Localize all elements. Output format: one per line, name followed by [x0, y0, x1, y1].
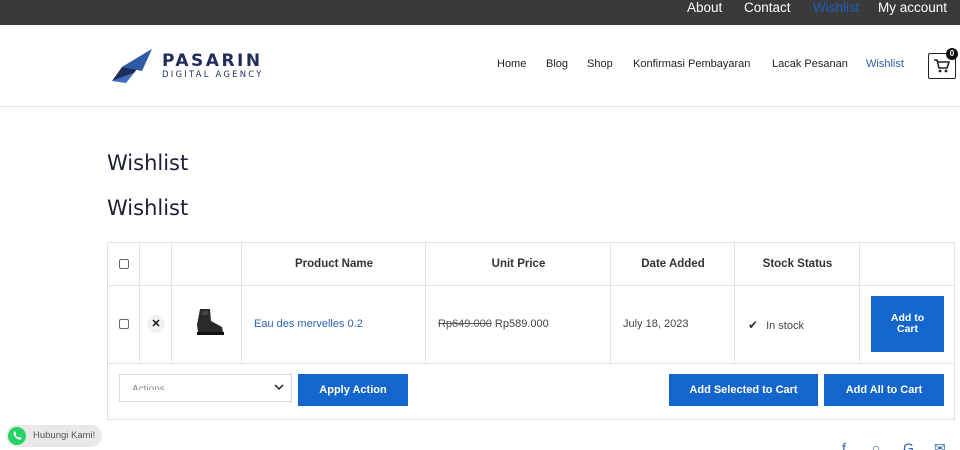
actions-select-value: Actions: [132, 384, 165, 395]
col-remove: [140, 243, 172, 363]
whatsapp-share-icon[interactable]: ○: [872, 441, 880, 450]
logo-name: PASARIN: [162, 51, 263, 71]
header-stock-status: Stock Status: [762, 258, 833, 270]
whatsapp-label: Hubungi Kami!: [33, 430, 96, 441]
body-row-divider: [108, 363, 954, 364]
add-selected-to-cart-button[interactable]: Add Selected to Cart: [669, 374, 818, 406]
remove-item-icon[interactable]: ✕: [147, 315, 165, 333]
nav-item-konfirmasi-pembayaran[interactable]: Konfirmasi Pembayaran: [633, 58, 750, 74]
facebook-icon[interactable]: f: [842, 441, 846, 450]
nav-item-shop[interactable]: Shop: [587, 58, 613, 74]
cart-icon: [934, 59, 950, 73]
nav-item-blog[interactable]: Blog: [546, 58, 568, 74]
add-to-cart-button[interactable]: Add to Cart: [871, 296, 944, 352]
topbar-link-my-account[interactable]: My account: [878, 0, 947, 25]
logo-mark-icon: [112, 49, 152, 83]
whatsapp-chat-button[interactable]: Hubungi Kami!: [6, 425, 102, 447]
nav-item-lacak-pesanan[interactable]: Lacak Pesanan: [772, 58, 848, 74]
topbar-link-about[interactable]: About: [687, 0, 722, 25]
site-header: PASARIN DIGITAL AGENCY Home Blog Shop Ko…: [0, 25, 960, 107]
nav-item-wishlist[interactable]: Wishlist: [866, 58, 904, 74]
check-icon: ✔: [748, 318, 759, 332]
topbar-link-wishlist[interactable]: Wishlist: [813, 0, 860, 25]
nav-item-home[interactable]: Home: [497, 58, 526, 74]
product-old-price: Rp649.000: [438, 318, 492, 330]
page-title: Wishlist: [107, 151, 189, 175]
product-name-link[interactable]: Eau des mervelles 0.2: [254, 318, 363, 330]
stock-status-text: In stock: [766, 320, 804, 332]
google-icon[interactable]: G: [903, 441, 914, 450]
product-date-added: July 18, 2023: [623, 318, 689, 330]
row-checkbox[interactable]: [119, 319, 129, 329]
cart-count-badge: 0: [946, 48, 958, 60]
select-all-checkbox[interactable]: [119, 259, 129, 269]
wishlist-table: Product Name Unit Price Date Added Stock…: [107, 242, 955, 420]
header-unit-price: Unit Price: [491, 258, 546, 270]
chevron-down-icon: [274, 384, 284, 391]
email-icon[interactable]: ✉: [934, 441, 946, 450]
site-logo[interactable]: PASARIN DIGITAL AGENCY: [112, 47, 282, 87]
product-price: Rp649.000 Rp589.000: [438, 318, 549, 330]
add-all-to-cart-button[interactable]: Add All to Cart: [824, 374, 944, 406]
top-bar: About Contact Wishlist My account: [0, 0, 960, 25]
header-date-added: Date Added: [641, 258, 705, 270]
header-row-divider: [108, 285, 954, 286]
col-thumbnail: [172, 243, 242, 363]
wishlist-title: Wishlist: [107, 196, 189, 220]
actions-select[interactable]: Actions: [119, 374, 292, 402]
topbar-link-contact[interactable]: Contact: [744, 0, 791, 25]
product-stock-status: ✔ In stock: [748, 318, 804, 332]
apply-action-button[interactable]: Apply Action: [298, 374, 408, 406]
product-sale-price: Rp589.000: [494, 318, 549, 330]
header-product-name: Product Name: [295, 258, 373, 270]
whatsapp-icon: [8, 427, 26, 445]
product-thumbnail[interactable]: [188, 305, 228, 339]
logo-tagline: DIGITAL AGENCY: [162, 70, 264, 80]
